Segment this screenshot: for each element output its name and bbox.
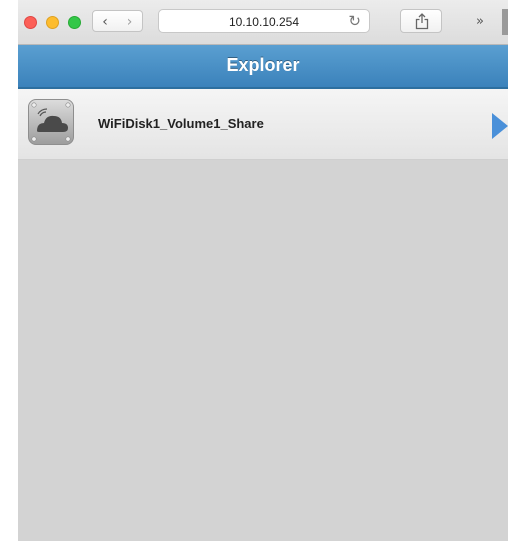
list-item-label: WiFiDisk1_Volume1_Share bbox=[98, 116, 264, 131]
reload-icon[interactable]: ↻ bbox=[348, 12, 361, 30]
chevron-left-icon: ‹ bbox=[102, 14, 108, 30]
address-bar[interactable]: 10.10.10.254 ↻ bbox=[158, 9, 370, 33]
back-button[interactable]: ‹ bbox=[92, 10, 118, 32]
zoom-window-button[interactable] bbox=[68, 16, 81, 29]
browser-toolbar: ‹ › 10.10.10.254 ↻ » bbox=[18, 0, 508, 45]
close-window-button[interactable] bbox=[24, 16, 37, 29]
cloud-drive-icon bbox=[28, 99, 74, 145]
share-icon bbox=[415, 13, 429, 30]
share-button[interactable] bbox=[400, 9, 442, 33]
page-title: Explorer bbox=[226, 55, 300, 75]
chevron-right-icon[interactable] bbox=[492, 113, 508, 139]
minimize-window-button[interactable] bbox=[46, 16, 59, 29]
address-text: 10.10.10.254 bbox=[228, 15, 300, 29]
list-item[interactable]: WiFiDisk1_Volume1_Share bbox=[18, 89, 508, 160]
forward-button[interactable]: › bbox=[117, 10, 143, 32]
more-toolbar-button[interactable]: » bbox=[476, 14, 484, 29]
chevron-right-icon: › bbox=[126, 14, 133, 30]
app-header: Explorer bbox=[18, 45, 508, 89]
toolbar-edge bbox=[502, 9, 508, 35]
browser-window: ‹ › 10.10.10.254 ↻ » Explorer WiFiDisk1_… bbox=[18, 0, 508, 541]
